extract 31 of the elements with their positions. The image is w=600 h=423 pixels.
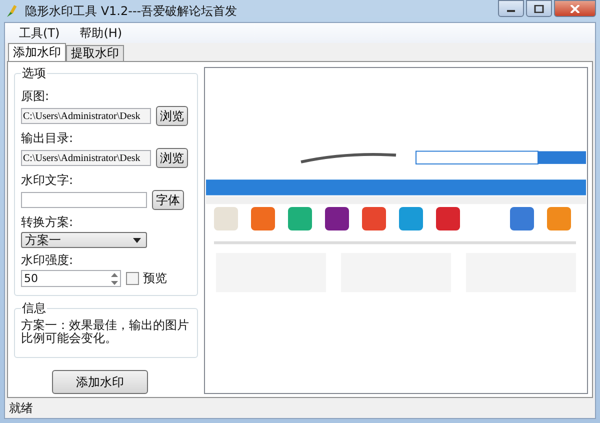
close-button[interactable] <box>554 0 596 17</box>
info-text: 方案一：效果最佳，输出的图片比例可能会变化。 <box>21 319 190 345</box>
input-field[interactable]: C:\Users\Administrator\Desk <box>21 108 151 124</box>
field-label: 转换方案: <box>21 214 74 231</box>
window-title: 隐形水印工具 V1.2---吾爱破解论坛首发 <box>25 2 238 20</box>
tab[interactable]: 提取水印 <box>66 45 124 61</box>
add-watermark-button[interactable]: 添加水印 <box>52 370 148 394</box>
group-title: 选项 <box>21 65 47 82</box>
browse-button[interactable]: 浏览 <box>156 148 188 168</box>
status-text: 就绪 <box>9 400 33 416</box>
number-field[interactable]: 50 <box>21 270 121 287</box>
tab[interactable]: 添加水印 <box>8 43 66 61</box>
maximize-button[interactable] <box>526 0 552 17</box>
field-label: 输出目录: <box>21 130 74 147</box>
browse-button[interactable]: 浏览 <box>156 106 188 126</box>
spinner-arrows-icon <box>110 270 119 286</box>
preview-checkbox[interactable]: 预览 <box>126 270 167 287</box>
maximize-icon <box>534 4 544 12</box>
font-button[interactable]: 字体 <box>152 190 184 210</box>
input-field[interactable]: C:\Users\Administrator\Desk <box>21 150 151 166</box>
menu-item[interactable]: 帮助(H) <box>72 24 130 42</box>
minimize-button[interactable] <box>498 0 524 17</box>
field-label: 原图: <box>21 88 50 105</box>
dropdown[interactable]: 方案一 <box>21 232 147 248</box>
group-title: 信息 <box>21 300 47 317</box>
menu-item[interactable]: 工具(T) <box>11 24 68 42</box>
field-label: 水印文字: <box>21 172 74 189</box>
close-icon <box>570 4 580 12</box>
caret-icon <box>133 238 141 242</box>
field-label: 水印强度: <box>21 252 74 269</box>
input-field[interactable] <box>21 192 147 208</box>
